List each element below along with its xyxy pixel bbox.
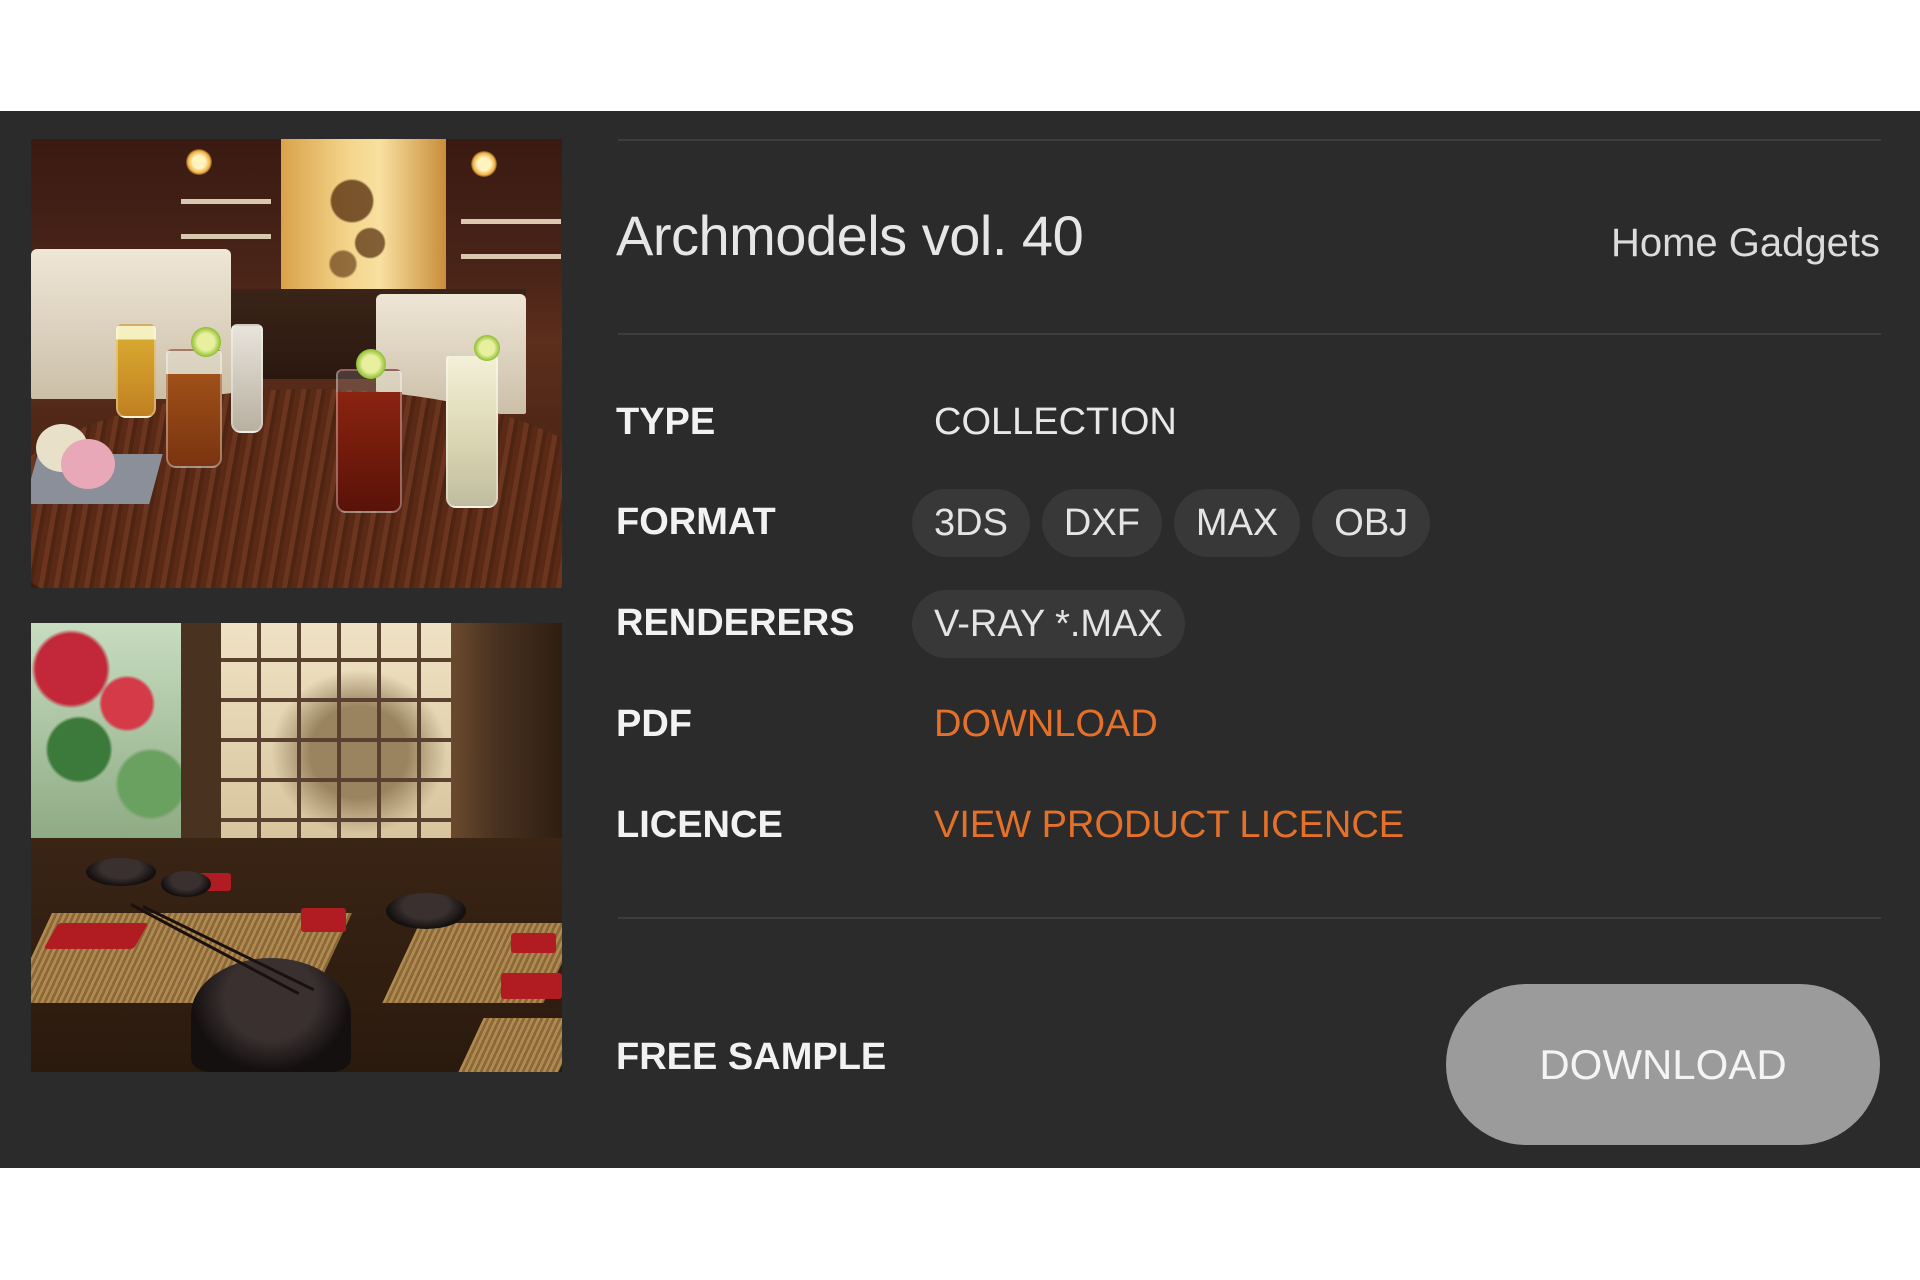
image-post [451, 623, 562, 868]
image-shelf [181, 199, 271, 204]
free-sample-download-button[interactable]: DOWNLOAD [1446, 984, 1880, 1145]
preview-image-cafe-interior[interactable] [31, 139, 562, 588]
image-red-tray [43, 923, 149, 949]
format-tag[interactable]: DXF [1041, 489, 1162, 557]
category-link[interactable]: Home Gadgets [1611, 221, 1880, 266]
image-bowl [161, 871, 211, 897]
image-cup [191, 958, 351, 1072]
product-panel: Archmodels vol. 40 Home Gadgets TYPE COL… [0, 111, 1920, 1168]
image-lime [474, 335, 500, 361]
pdf-label: PDF [616, 703, 692, 745]
view-licence-link[interactable]: VIEW PRODUCT LICENCE [934, 804, 1404, 847]
image-bowl [86, 858, 156, 886]
pdf-download-link[interactable]: DOWNLOAD [934, 703, 1158, 746]
renderer-tag[interactable]: V-RAY *.MAX [912, 590, 1185, 658]
format-list: 3DS DXF MAX OBJ [912, 489, 1431, 557]
image-lamp [186, 149, 212, 175]
image-glass [166, 349, 222, 468]
image-shelf [461, 219, 561, 224]
image-lime [191, 327, 221, 357]
image-garden [31, 623, 191, 853]
free-sample-label: FREE SAMPLE [616, 1036, 887, 1078]
image-flower-motif [316, 159, 406, 299]
image-red-tray [501, 973, 562, 999]
format-tag[interactable]: OBJ [1312, 489, 1431, 557]
image-shelf [461, 254, 561, 259]
divider [618, 333, 1881, 335]
format-label: FORMAT [616, 501, 776, 543]
image-glass [446, 354, 498, 508]
type-value: COLLECTION [934, 401, 1177, 443]
image-lime [356, 349, 386, 379]
image-glass [231, 324, 263, 433]
image-frame [181, 623, 221, 863]
image-dessert [61, 439, 115, 489]
image-red-tray [301, 908, 346, 932]
image-glass [336, 369, 402, 513]
product-title: Archmodels vol. 40 [616, 204, 1084, 267]
renderers-list: V-RAY *.MAX [912, 590, 1185, 658]
image-glass [116, 324, 156, 418]
image-lamp [471, 151, 497, 177]
preview-image-japanese-dining[interactable] [31, 623, 562, 1072]
type-label: TYPE [616, 401, 716, 443]
image-red-tray [511, 933, 556, 953]
format-tag[interactable]: MAX [1173, 489, 1301, 557]
renderers-label: RENDERERS [616, 602, 855, 644]
image-shelf [181, 234, 271, 239]
format-tag[interactable]: 3DS [912, 489, 1030, 557]
divider [618, 139, 1881, 141]
image-shoji-screen [221, 623, 451, 858]
licence-label: LICENCE [616, 804, 783, 846]
divider [618, 917, 1881, 919]
image-bowl [386, 893, 466, 929]
